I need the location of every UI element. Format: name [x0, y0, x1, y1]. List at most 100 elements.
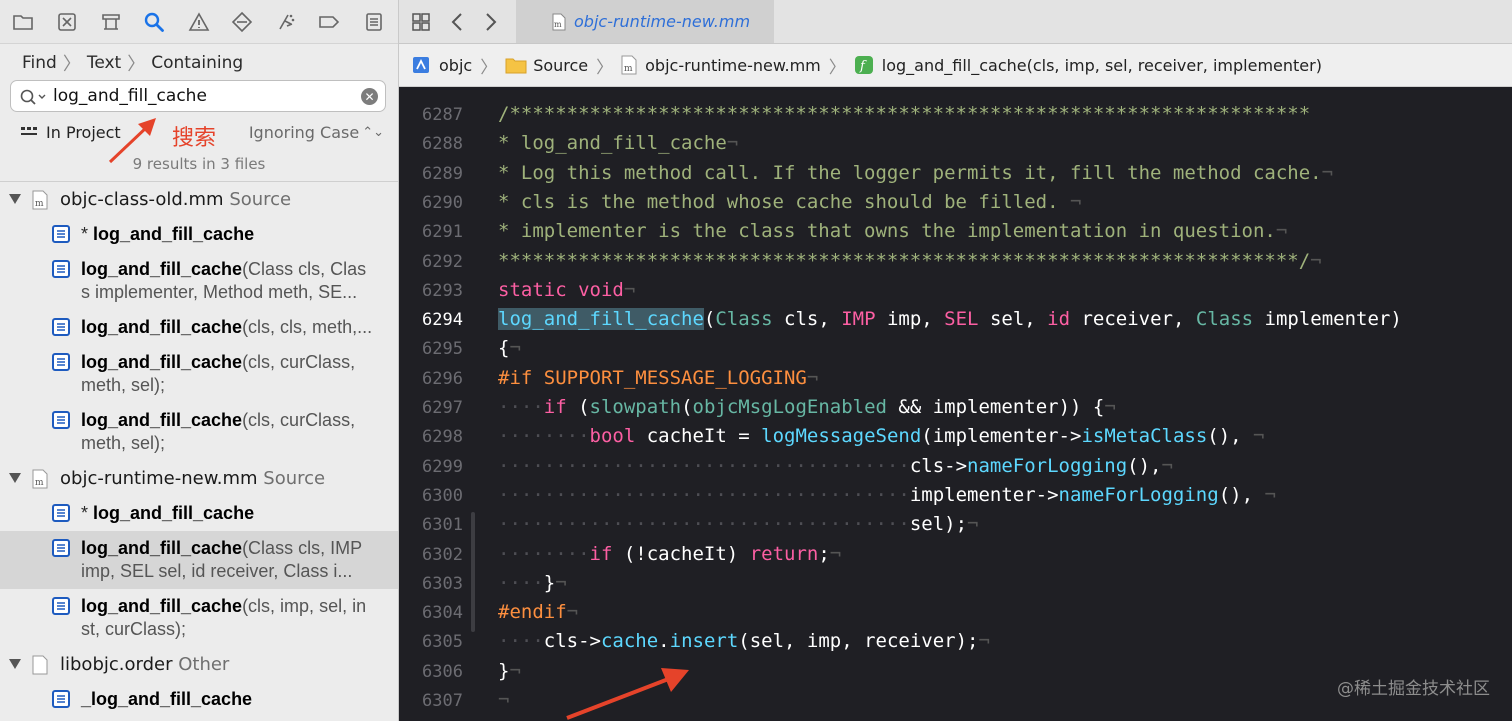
- code-line[interactable]: 6301 ····································…: [399, 511, 1512, 540]
- svg-text:m: m: [554, 20, 562, 29]
- match-line-icon: [52, 411, 70, 429]
- code-line[interactable]: 6293 static void¬: [399, 277, 1512, 306]
- result-match-row[interactable]: log_and_fill_cache(Class cls, Clas s impl…: [0, 252, 398, 310]
- result-file-name: objc-class-old.mm Source: [60, 189, 292, 210]
- match-line-icon: [52, 260, 70, 278]
- code-line[interactable]: 6305 ····cls->cache.insert(sel, imp, rece…: [399, 628, 1512, 657]
- find-mode-text[interactable]: Text: [87, 53, 121, 73]
- back-icon[interactable]: [445, 10, 469, 34]
- search-options-icon[interactable]: [19, 87, 49, 107]
- result-match-row[interactable]: * log_and_fill_cache: [0, 217, 398, 252]
- code-line[interactable]: 6298 ········bool cacheIt = logMessageSen…: [399, 423, 1512, 452]
- match-text: * log_and_fill_cache: [81, 224, 255, 244]
- code-line[interactable]: 6304 #endif¬: [399, 599, 1512, 628]
- case-sensitivity-popup[interactable]: Ignoring Case ⌃⌄: [249, 121, 384, 143]
- jumpbar-function[interactable]: f log_and_fill_cache(cls, imp, sel, rece…: [854, 55, 1322, 75]
- line-number: 6290: [422, 192, 463, 213]
- code-text: ····································impl…: [498, 483, 1276, 506]
- code-line[interactable]: 6302 ········if (!cacheIt) return;¬: [399, 541, 1512, 570]
- code-area[interactable]: 6286 6287 /******************************…: [399, 87, 1512, 721]
- result-match-row[interactable]: * log_and_fill_cache: [0, 496, 398, 531]
- folder-icon[interactable]: [10, 9, 36, 35]
- search-scope[interactable]: In Project: [20, 121, 121, 143]
- jumpbar-folder[interactable]: Source: [505, 56, 588, 75]
- jumpbar-file[interactable]: m objc-runtime-new.mm: [621, 55, 821, 75]
- code-text: * implementer is the class that owns the…: [498, 220, 1288, 243]
- symbol-icon[interactable]: [98, 9, 124, 35]
- search-input[interactable]: [53, 85, 353, 107]
- code-text: ····································cls-…: [498, 454, 1173, 477]
- clear-search-icon[interactable]: ✕: [361, 88, 378, 105]
- find-mode-breadcrumb[interactable]: Find 〉 Text 〉 Containing: [22, 51, 243, 75]
- disclosure-triangle-icon[interactable]: [9, 194, 21, 204]
- line-number: 6297: [422, 398, 463, 418]
- svg-text:m: m: [35, 199, 44, 209]
- code-line[interactable]: 6292 ************************************…: [399, 248, 1512, 277]
- code-line[interactable]: 6303 ····}¬: [399, 570, 1512, 599]
- objc-file-icon: m: [552, 13, 566, 30]
- code-line[interactable]: 6288 * log_and_fill_cache¬: [399, 130, 1512, 159]
- objc-file-icon: m: [32, 190, 48, 210]
- debug-icon[interactable]: [273, 9, 299, 35]
- result-match-row[interactable]: log_and_fill_cache(cls, imp, sel, in st, …: [0, 589, 398, 647]
- code-text: ····if (slowpath(objcMsgLogEnabled && im…: [498, 396, 1116, 418]
- folder-icon: [505, 58, 527, 74]
- result-match-row[interactable]: _log_and_fill_cache: [0, 682, 398, 717]
- code-line[interactable]: 6299 ····································…: [399, 453, 1512, 482]
- code-line[interactable]: 6294 log_and_fill_cache(Class cls, IMP im…: [399, 306, 1512, 335]
- code-text: * cls is the method whose cache should b…: [498, 190, 1082, 213]
- search-field[interactable]: ✕: [10, 80, 386, 112]
- line-number: 6292: [422, 251, 463, 272]
- line-number: 6300: [422, 485, 463, 506]
- code-text: ¬: [498, 689, 510, 711]
- find-mode-containing[interactable]: Containing: [151, 53, 243, 73]
- result-match-row[interactable]: log_and_fill_cache(cls, curClass, meth, s…: [0, 345, 398, 403]
- line-number: 6305: [422, 632, 463, 653]
- scope-icon: [21, 127, 37, 135]
- code-line[interactable]: 6297 ····if (slowpath(objcMsgLogEnabled &…: [399, 394, 1512, 423]
- tab-objc-runtime-new[interactable]: m objc-runtime-new.mm: [516, 0, 774, 43]
- related-items-icon[interactable]: [409, 10, 433, 34]
- issue-icon[interactable]: [186, 9, 212, 35]
- objc-file-icon: m: [32, 469, 48, 489]
- code-text: }¬: [498, 659, 521, 682]
- code-line[interactable]: 6291 * implementer is the class that owns…: [399, 218, 1512, 247]
- jumpbar-project[interactable]: objc: [411, 55, 472, 75]
- code-text: * Log this method call. If the logger pe…: [498, 161, 1334, 184]
- editor-tab-bar: m objc-runtime-new.mm: [399, 0, 1512, 44]
- result-file-row[interactable]: m objc-class-old.mm Source: [0, 182, 398, 217]
- disclosure-triangle-icon[interactable]: [9, 473, 21, 483]
- find-icon[interactable]: [141, 9, 167, 35]
- test-icon[interactable]: [229, 9, 255, 35]
- code-line[interactable]: 6300 ····································…: [399, 482, 1512, 511]
- result-file-name: libobjc.order Other: [60, 654, 230, 675]
- code-text: ········if (!cacheIt) return;¬: [498, 542, 842, 565]
- find-mode-find[interactable]: Find: [22, 53, 57, 73]
- breakpoint-icon[interactable]: [316, 9, 342, 35]
- code-line[interactable]: 6290 * cls is the method whose cache shou…: [399, 189, 1512, 218]
- code-line[interactable]: 6295 {¬: [399, 335, 1512, 364]
- code-line[interactable]: 6289 * Log this method call. If the logge…: [399, 160, 1512, 189]
- result-file-row[interactable]: m objc-runtime-new.mm Source: [0, 461, 398, 496]
- match-line-icon: [52, 597, 70, 615]
- result-match-row[interactable]: log_and_fill_cache(cls, curClass, meth, s…: [0, 403, 398, 461]
- fold-ribbon[interactable]: [471, 512, 475, 632]
- jump-bar: objc 〉 Source 〉 m objc-runtime-new.mm 〉 …: [399, 44, 1512, 87]
- line-number: 6295: [422, 339, 463, 360]
- disclosure-triangle-icon[interactable]: [9, 659, 21, 669]
- forward-icon[interactable]: [479, 10, 503, 34]
- report-icon[interactable]: [361, 9, 387, 35]
- line-number: 6306: [422, 661, 463, 682]
- match-text: log_and_fill_cache(cls, curClass, meth, s…: [81, 352, 356, 395]
- objc-file-icon: m: [621, 55, 637, 75]
- result-match-row[interactable]: log_and_fill_cache(cls, cls, meth,...: [0, 310, 398, 345]
- code-line[interactable]: 6296 #if SUPPORT_MESSAGE_LOGGING¬: [399, 365, 1512, 394]
- result-file-row[interactable]: libobjc.order Other: [0, 647, 398, 682]
- result-match-row-selected[interactable]: log_and_fill_cache(Class cls, IMP imp, SE…: [0, 531, 398, 589]
- source-control-icon[interactable]: [54, 9, 80, 35]
- scope-label: In Project: [46, 122, 121, 142]
- code-text: ····}¬: [498, 571, 567, 594]
- code-line[interactable]: 6287 /***********************************…: [399, 101, 1512, 130]
- annotation-label: 搜索: [172, 126, 217, 151]
- result-file-name: objc-runtime-new.mm Source: [60, 468, 326, 489]
